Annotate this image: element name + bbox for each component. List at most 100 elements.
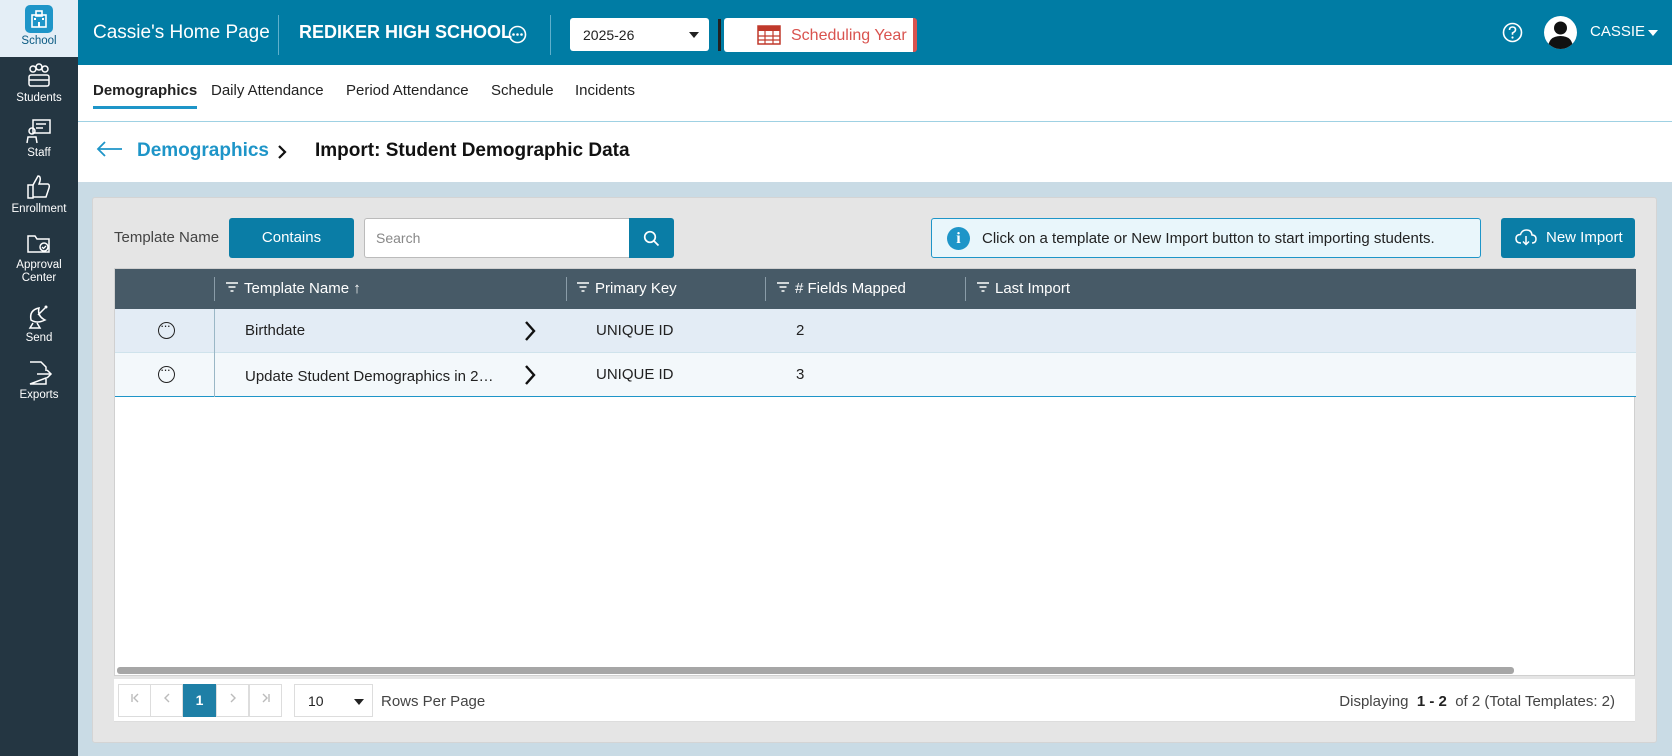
search-icon [643, 230, 660, 246]
tab-demographics[interactable]: Demographics [93, 82, 198, 109]
last-page-icon [262, 693, 270, 703]
displaying-summary: Displaying 1 - 2 of 2 (Total Templates: … [1339, 693, 1615, 710]
calendar-grid-icon [757, 25, 781, 45]
row-actions-icon[interactable] [158, 318, 175, 339]
column-header-primary-key[interactable]: Primary Key [577, 280, 677, 297]
arrow-left-icon[interactable] [96, 141, 124, 157]
tab-schedule[interactable]: Schedule [491, 82, 554, 106]
avatar[interactable] [1544, 16, 1577, 49]
school-year-select[interactable]: 2025-26 [570, 18, 709, 51]
sidebar-item-school[interactable]: School [0, 0, 78, 57]
next-page-icon [230, 693, 236, 703]
chevron-right-icon [278, 145, 287, 159]
displaying-prefix: Displaying [1339, 693, 1409, 710]
column-header-fields-mapped[interactable]: # Fields Mapped [777, 280, 906, 297]
row-actions-icon[interactable] [158, 362, 175, 383]
contains-button[interactable]: Contains [229, 218, 354, 258]
previous-page-icon [163, 693, 169, 703]
staff-icon [26, 119, 51, 144]
export-icon [29, 361, 53, 385]
info-message: i Click on a template or New Import butt… [931, 218, 1481, 258]
top-bar: Cassie's Home Page REDIKER HIGH SCHOOL 2… [78, 0, 1672, 65]
first-page-button[interactable] [118, 684, 151, 717]
last-page-button[interactable] [249, 684, 282, 717]
search-input[interactable] [364, 218, 629, 258]
horizontal-scrollbar[interactable] [117, 667, 1514, 674]
column-header-template-name[interactable]: Template Name ↑ [226, 280, 361, 297]
divider [278, 15, 279, 55]
displaying-of: of [1455, 693, 1468, 710]
sidebar-item-label: Approval [16, 259, 62, 271]
filter-icon[interactable] [577, 282, 589, 292]
template-name-cell: Update Student Demographics in 2… [245, 368, 494, 385]
chevron-down-icon [354, 699, 364, 705]
sidebar-item-label: Exports [19, 389, 59, 401]
user-silhouette-icon [1548, 21, 1573, 49]
search-button[interactable] [629, 218, 674, 258]
sidebar-item-exports[interactable]: Exports [0, 359, 78, 402]
pagination-bar: 1 10 Rows Per Page Displaying 1 - 2 of 2… [114, 679, 1635, 722]
more-options-icon[interactable] [508, 25, 527, 44]
column-label: # Fields Mapped [795, 280, 906, 297]
new-import-button[interactable]: New Import [1501, 218, 1635, 258]
scheduling-year-label: Scheduling Year [791, 27, 907, 44]
column-divider [214, 353, 215, 397]
thumbs-up-icon [27, 175, 51, 199]
column-label: Primary Key [595, 280, 677, 297]
school-year-value: 2025-26 [583, 27, 635, 43]
table-row[interactable]: Update Student Demographics in 2… UNIQUE… [115, 353, 1636, 397]
breadcrumb-demographics-link[interactable]: Demographics [137, 140, 269, 162]
sidebar-item-approval-center[interactable]: Approval Center [0, 229, 78, 285]
info-text: Click on a template or New Import button… [982, 230, 1435, 247]
sidebar: School Students Staff Enrollment Approva… [0, 0, 78, 756]
tab-period-attendance[interactable]: Period Attendance [346, 82, 469, 106]
column-label: Template Name ↑ [244, 280, 361, 297]
school-name[interactable]: REDIKER HIGH SCHOOL [299, 22, 512, 43]
displaying-range: 1 - 2 [1416, 693, 1447, 710]
user-name[interactable]: CASSIE [1590, 23, 1645, 40]
sidebar-item-label: Send [25, 332, 53, 344]
grid-header: Template Name ↑ Primary Key # Fields Map… [115, 269, 1636, 309]
filter-icon[interactable] [226, 282, 238, 292]
sidebar-item-label: School [21, 35, 57, 47]
chevron-right-icon[interactable] [523, 364, 537, 386]
school-icon [25, 5, 53, 33]
sub-navigation: Demographics Daily Attendance Period Att… [78, 65, 1672, 122]
binder-icon [718, 19, 728, 51]
sidebar-item-students[interactable]: Students [0, 62, 78, 105]
column-divider [765, 277, 766, 301]
sidebar-item-enrollment[interactable]: Enrollment [0, 173, 78, 216]
table-row[interactable]: Birthdate UNIQUE ID 2 [115, 309, 1636, 353]
page-button-current[interactable]: 1 [183, 684, 216, 717]
rows-per-page-select[interactable]: 10 [294, 684, 373, 717]
fields-mapped-cell: 2 [796, 322, 805, 339]
sidebar-item-send[interactable]: Send [0, 302, 78, 345]
next-page-button[interactable] [216, 684, 249, 717]
help-icon[interactable] [1502, 22, 1523, 43]
scheduling-year-badge[interactable]: Scheduling Year [718, 18, 917, 52]
column-divider [214, 277, 215, 301]
column-header-last-import[interactable]: Last Import [977, 280, 1070, 297]
column-label: Last Import [995, 280, 1071, 297]
sidebar-item-label: Students [16, 92, 62, 104]
tab-daily-attendance[interactable]: Daily Attendance [211, 82, 324, 106]
rows-per-page-value: 10 [308, 693, 324, 709]
info-icon: i [947, 227, 970, 250]
fields-mapped-cell: 3 [796, 366, 805, 383]
sidebar-item-staff[interactable]: Staff [0, 117, 78, 160]
satellite-icon [28, 305, 48, 329]
tab-incidents[interactable]: Incidents [575, 82, 635, 106]
column-divider [214, 309, 215, 353]
previous-page-button[interactable] [150, 684, 183, 717]
column-divider [965, 277, 966, 301]
filter-icon[interactable] [977, 282, 989, 292]
chevron-down-icon[interactable] [1648, 30, 1658, 36]
sidebar-item-label: Staff [27, 147, 51, 159]
primary-key-cell: UNIQUE ID [596, 366, 674, 383]
chevron-right-icon[interactable] [523, 320, 537, 342]
home-page-link[interactable]: Cassie's Home Page [93, 22, 270, 44]
primary-key-cell: UNIQUE ID [596, 322, 674, 339]
column-divider [566, 277, 567, 301]
filter-icon[interactable] [777, 282, 789, 292]
filter-label: Template Name [114, 229, 220, 246]
